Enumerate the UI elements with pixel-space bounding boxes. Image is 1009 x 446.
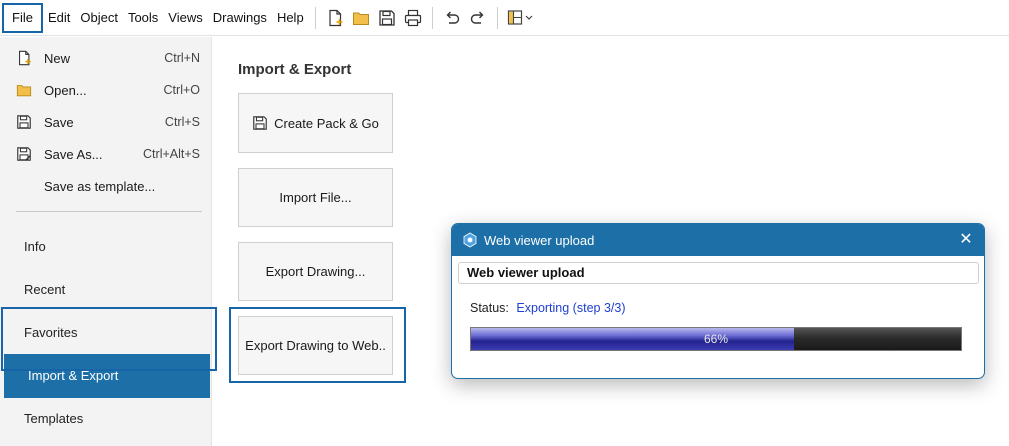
command-label: Save: [44, 114, 74, 130]
menu-views[interactable]: Views: [163, 3, 207, 33]
export-drawing-button[interactable]: Export Drawing...: [238, 242, 393, 301]
button-label: Export Drawing to Web..: [245, 338, 386, 353]
save-as-icon: [16, 145, 38, 163]
toolbar-separator: [496, 6, 498, 29]
open-command[interactable]: Open... Ctrl+O: [16, 77, 200, 103]
status-row: Status: Exporting (step 3/3): [470, 301, 626, 315]
export-drawing-to-web-button[interactable]: Export Drawing to Web..: [238, 316, 393, 375]
menu-file[interactable]: File: [2, 2, 43, 33]
command-label: Save as template...: [44, 178, 156, 194]
save-icon[interactable]: [374, 5, 400, 31]
command-label: Open...: [44, 82, 87, 98]
redo-icon[interactable]: [465, 5, 491, 31]
command-shortcut: Ctrl+N: [164, 51, 200, 65]
dialog-title: Web viewer upload: [484, 232, 595, 248]
sidebar-item-info[interactable]: Info: [0, 225, 212, 269]
menubar: File Edit Object Tools Views Drawings He…: [0, 0, 1009, 36]
save-as-template-command[interactable]: Save as template...: [16, 173, 200, 199]
sidebar-item-recent[interactable]: Recent: [0, 268, 212, 312]
sidebar-divider: [16, 211, 202, 212]
button-label: Export Drawing...: [265, 264, 366, 279]
create-pack-and-go-button[interactable]: Create Pack & Go: [238, 93, 393, 153]
menu-tools[interactable]: Tools: [123, 3, 163, 33]
command-shortcut: Ctrl+Alt+S: [143, 147, 200, 161]
save-command[interactable]: Save Ctrl+S: [16, 109, 200, 135]
menu-object[interactable]: Object: [75, 3, 123, 33]
new-file-icon[interactable]: [322, 5, 348, 31]
print-icon[interactable]: [400, 5, 426, 31]
app-icon: [463, 232, 477, 248]
sidebar-item-templates[interactable]: Templates: [0, 397, 212, 441]
page-title: Import & Export: [238, 61, 352, 78]
dialog-header: Web viewer upload: [458, 262, 979, 284]
undo-icon[interactable]: [439, 5, 465, 31]
dialog-titlebar[interactable]: Web viewer upload: [452, 224, 984, 256]
button-label: Create Pack & Go: [274, 115, 379, 131]
save-icon: [16, 113, 38, 131]
new-command[interactable]: New Ctrl+N: [16, 45, 200, 71]
save-icon: [253, 116, 267, 130]
import-file-button[interactable]: Import File...: [238, 168, 393, 227]
save-as-command[interactable]: Save As... Ctrl+Alt+S: [16, 141, 200, 167]
command-shortcut: Ctrl+S: [164, 115, 200, 129]
menu-edit[interactable]: Edit: [43, 3, 75, 33]
menu-drawings[interactable]: Drawings: [208, 3, 272, 33]
status-label: Status:: [470, 301, 509, 315]
status-value: Exporting (step 3/3): [516, 301, 626, 315]
new-file-icon: [16, 49, 38, 67]
close-icon[interactable]: ✕: [956, 230, 976, 250]
web-viewer-upload-dialog: Web viewer upload ✕ Web viewer upload St…: [451, 223, 985, 379]
sidebar-item-favorites[interactable]: Favorites: [0, 311, 212, 355]
layout-icon[interactable]: [504, 5, 538, 31]
button-label: Import File...: [279, 190, 352, 205]
progress-text: 66%: [703, 332, 729, 346]
toolbar-separator: [314, 6, 316, 29]
progress-bar: 66%: [470, 327, 962, 351]
command-label: New: [44, 50, 71, 66]
sidebar-item-import-export[interactable]: Import & Export: [4, 354, 210, 398]
toolbar-separator: [431, 6, 433, 29]
menu-help[interactable]: Help: [272, 3, 309, 33]
open-folder-icon: [16, 81, 38, 99]
backstage-sidebar: New Ctrl+N Open... Ctrl+O Save Ctrl+S Sa…: [0, 37, 212, 446]
command-label: Save As...: [44, 146, 103, 162]
open-folder-icon[interactable]: [348, 5, 374, 31]
command-shortcut: Ctrl+O: [163, 83, 200, 97]
